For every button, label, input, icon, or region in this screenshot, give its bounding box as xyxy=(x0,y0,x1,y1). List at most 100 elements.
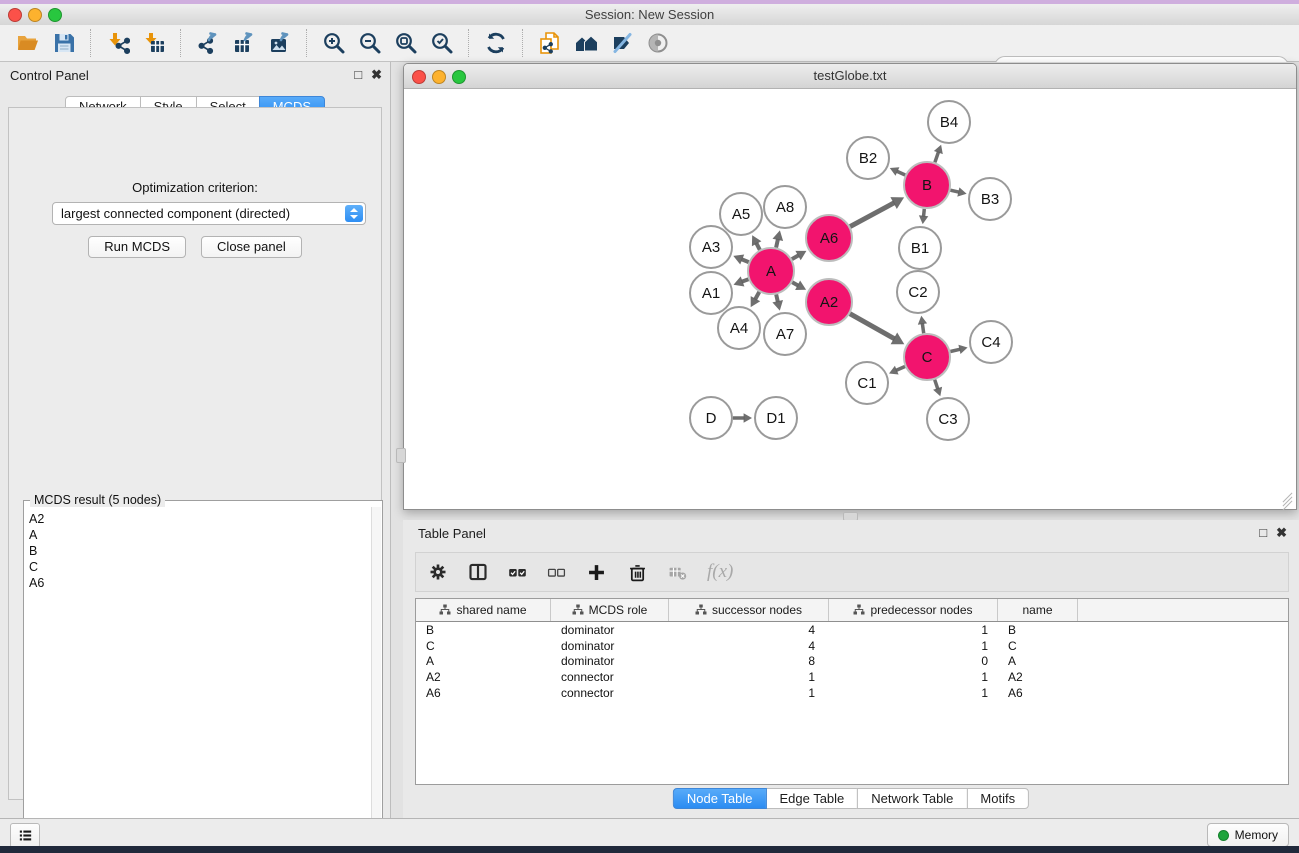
table-cell[interactable]: A6 xyxy=(998,685,1078,701)
close-panel-icon[interactable]: ✖ xyxy=(1276,525,1287,540)
graph-edge-A-A7[interactable] xyxy=(772,294,783,310)
graph-node-A5[interactable]: A5 xyxy=(720,193,762,235)
table-cell[interactable]: connector xyxy=(551,669,669,685)
graph-node-B1[interactable]: B1 xyxy=(899,227,941,269)
graph-edge-D-D1[interactable] xyxy=(733,413,752,422)
graph-edge-C-C4[interactable] xyxy=(950,345,967,354)
graph-edge-B-B1[interactable] xyxy=(919,209,928,224)
memory-button[interactable]: Memory xyxy=(1207,823,1289,847)
table-row[interactable]: Bdominator41B xyxy=(416,622,1288,638)
table-cell[interactable]: 1 xyxy=(669,685,829,701)
mcds-result-item[interactable]: B xyxy=(29,543,372,559)
import-table-icon[interactable] xyxy=(136,27,172,59)
table-cell[interactable]: 1 xyxy=(829,622,998,638)
graph-edge-A-A4[interactable] xyxy=(751,292,761,307)
network-window-titlebar[interactable]: testGlobe.txt xyxy=(404,64,1296,89)
table-cell[interactable]: 1 xyxy=(829,669,998,685)
export-image-icon[interactable] xyxy=(262,27,298,59)
refresh-layout-icon[interactable] xyxy=(478,27,514,59)
graph-node-B3[interactable]: B3 xyxy=(969,178,1011,220)
zoom-selected-icon[interactable] xyxy=(424,27,460,59)
export-table-icon[interactable] xyxy=(226,27,262,59)
window-resize-grip[interactable] xyxy=(1281,494,1294,507)
split-divider-vertical-thumb[interactable] xyxy=(396,448,406,463)
graph-node-A[interactable]: A xyxy=(748,248,794,294)
table-cell[interactable]: B xyxy=(416,622,551,638)
table-cell[interactable]: 1 xyxy=(669,669,829,685)
table-cell[interactable]: dominator xyxy=(551,653,669,669)
select-all-icon[interactable] xyxy=(508,563,527,582)
table-cell[interactable]: connector xyxy=(551,685,669,701)
clone-network-icon[interactable] xyxy=(532,27,568,59)
table-cell[interactable]: C xyxy=(416,638,551,654)
tab-edge-table[interactable]: Edge Table xyxy=(765,788,858,809)
table-row[interactable]: Adominator80A xyxy=(416,653,1288,669)
mcds-result-item[interactable]: A2 xyxy=(29,511,372,527)
tab-node-table[interactable]: Node Table xyxy=(673,788,767,809)
table-cell[interactable]: 0 xyxy=(829,653,998,669)
graph-node-C2[interactable]: C2 xyxy=(897,271,939,313)
graph-node-B[interactable]: B xyxy=(904,162,950,208)
column-header-shared-name[interactable]: shared name xyxy=(416,599,551,621)
graph-node-A3[interactable]: A3 xyxy=(690,226,732,268)
zoom-fit-icon[interactable] xyxy=(388,27,424,59)
table-cell[interactable]: dominator xyxy=(551,622,669,638)
float-panel-icon[interactable]: □ xyxy=(354,67,362,82)
graph-node-D1[interactable]: D1 xyxy=(755,397,797,439)
column-header-name[interactable]: name xyxy=(998,599,1078,621)
graph-node-A6[interactable]: A6 xyxy=(806,215,852,261)
close-panel-button[interactable]: Close panel xyxy=(201,236,302,258)
graph-node-D[interactable]: D xyxy=(690,397,732,439)
table-cell[interactable]: A xyxy=(416,653,551,669)
tab-network-table[interactable]: Network Table xyxy=(857,788,967,809)
mcds-result-item[interactable]: C xyxy=(29,559,372,575)
columns-icon[interactable] xyxy=(468,562,488,582)
graph-node-B4[interactable]: B4 xyxy=(928,101,970,143)
delete-row-icon[interactable] xyxy=(627,562,648,583)
graph-node-A7[interactable]: A7 xyxy=(764,313,806,355)
table-cell[interactable]: 4 xyxy=(669,638,829,654)
table-cell[interactable]: B xyxy=(998,622,1078,638)
deselect-all-icon[interactable] xyxy=(547,563,566,582)
home-icon[interactable] xyxy=(568,27,604,59)
table-cell[interactable]: A6 xyxy=(416,685,551,701)
graph-edge-C-C2[interactable] xyxy=(918,316,927,333)
zoom-out-icon[interactable] xyxy=(352,27,388,59)
graph-edge-A2-C[interactable] xyxy=(850,314,904,345)
add-row-icon[interactable] xyxy=(586,562,607,583)
graph-edge-A-A1[interactable] xyxy=(734,276,749,286)
eye-icon[interactable] xyxy=(640,27,676,59)
import-network-icon[interactable] xyxy=(100,27,136,59)
graph-edge-A6-B[interactable] xyxy=(850,197,904,227)
graph-node-A1[interactable]: A1 xyxy=(690,272,732,314)
table-cell[interactable]: 8 xyxy=(669,653,829,669)
criterion-dropdown[interactable]: largest connected component (directed) xyxy=(52,202,366,225)
graph-node-C4[interactable]: C4 xyxy=(970,321,1012,363)
graph-node-A2[interactable]: A2 xyxy=(806,279,852,325)
open-session-icon[interactable] xyxy=(10,27,46,59)
export-network-icon[interactable] xyxy=(190,27,226,59)
graph-edge-B-B4[interactable] xyxy=(934,145,943,163)
graph-edge-C-C3[interactable] xyxy=(933,380,942,397)
save-session-icon[interactable] xyxy=(46,27,82,59)
graph-node-C3[interactable]: C3 xyxy=(927,398,969,440)
graph-edge-A-A6[interactable] xyxy=(792,251,807,260)
hide-graphics-details-icon[interactable] xyxy=(604,27,640,59)
tab-motifs[interactable]: Motifs xyxy=(966,788,1029,809)
graph-edge-B-B2[interactable] xyxy=(890,167,905,176)
graph-edge-C-C1[interactable] xyxy=(889,366,905,375)
graph-node-B2[interactable]: B2 xyxy=(847,137,889,179)
zoom-in-icon[interactable] xyxy=(316,27,352,59)
graph-edge-A-A3[interactable] xyxy=(733,255,748,265)
table-cell[interactable]: A xyxy=(998,653,1078,669)
network-canvas[interactable]: B4B2BB3A8A5A6B1A3AC2A1A2A4A7C4CC1C3DD1 xyxy=(405,89,1295,509)
mcds-result-item[interactable]: A xyxy=(29,527,372,543)
mcds-result-scrollbar[interactable] xyxy=(371,507,381,838)
column-header-MCDS-role[interactable]: MCDS role xyxy=(551,599,669,621)
table-cell[interactable]: 1 xyxy=(829,638,998,654)
graph-node-A4[interactable]: A4 xyxy=(718,307,760,349)
column-header-predecessor-nodes[interactable]: predecessor nodes xyxy=(829,599,998,621)
graph-edge-A-A5[interactable] xyxy=(752,235,762,250)
run-mcds-button[interactable]: Run MCDS xyxy=(88,236,186,258)
graph-node-C1[interactable]: C1 xyxy=(846,362,888,404)
